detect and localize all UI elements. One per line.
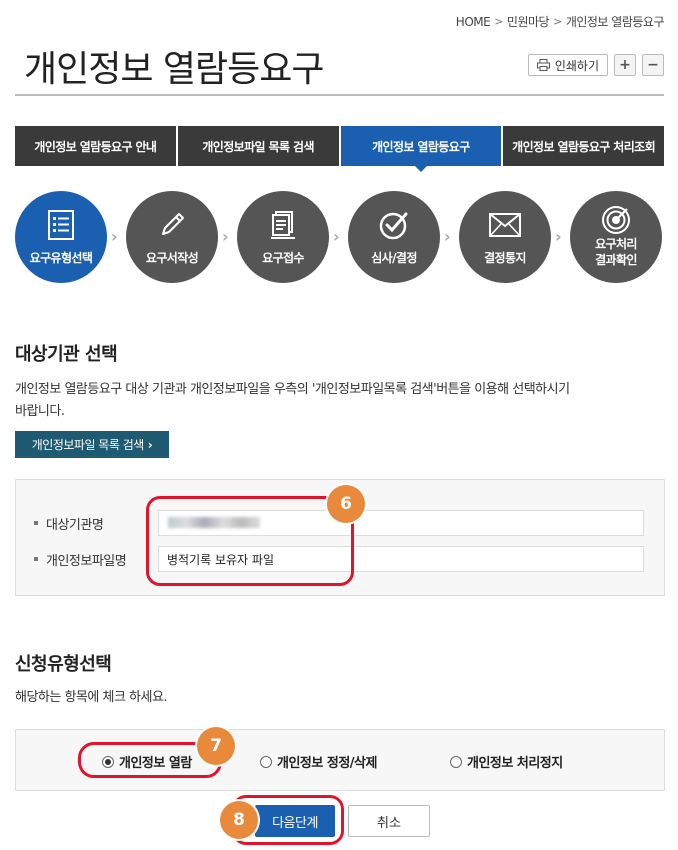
radio-correct-delete[interactable]	[260, 755, 272, 768]
chevron-right-icon: >	[553, 15, 562, 28]
option-suspend[interactable]: 개인정보 처리정지	[450, 752, 563, 771]
annotation-highlight-6	[146, 496, 354, 586]
printer-icon	[536, 59, 550, 71]
title-divider	[15, 94, 664, 96]
print-label: 인쇄하기	[554, 58, 599, 73]
target-description: 개인정보 열람등요구 대상 기관과 개인정보파일을 우측의 '개인정보파일목록 …	[15, 382, 570, 419]
target-icon	[598, 206, 634, 234]
list-icon	[43, 208, 79, 242]
annotation-badge-8: 8	[220, 801, 258, 839]
step-label: 요구처리 결과확인	[595, 237, 637, 267]
step-label: 요구유형선택	[29, 251, 93, 265]
process-steps: 요구유형선택 › 요구서작성 › 요구접수 › 심사/결정 › 결정통지 › 요…	[15, 191, 664, 283]
page-title: 개인정보 열람등요구	[24, 49, 325, 90]
tab-request[interactable]: 개인정보 열람등요구	[340, 126, 502, 172]
zoom-out-button[interactable]: −	[642, 54, 664, 76]
tab-guide[interactable]: 개인정보 열람등요구 안내	[15, 126, 176, 166]
chevron-right-icon: ›	[333, 227, 340, 246]
chevron-right-icon: ›	[111, 227, 118, 246]
step-label: 결정통지	[484, 251, 526, 265]
breadcrumb-home[interactable]: HOME	[456, 15, 491, 29]
chevron-right-icon: ›	[555, 227, 562, 246]
envelope-icon	[487, 208, 523, 242]
request-type-description: 해당하는 항목에 체크 하세요.	[15, 690, 168, 705]
cancel-button[interactable]: 취소	[348, 805, 430, 837]
step-select-type: 요구유형선택	[15, 191, 107, 283]
annotation-badge-6: 6	[327, 485, 365, 523]
file-search-button[interactable]: 개인정보파일 목록 검색 ›	[15, 431, 169, 458]
bullet-icon	[34, 521, 38, 525]
target-section-title: 대상기관 선택	[15, 344, 118, 365]
chevron-right-icon: ›	[444, 227, 451, 246]
step-receipt: 요구접수	[237, 191, 329, 283]
breadcrumb-current: 개인정보 열람등요구	[565, 15, 665, 29]
request-type-title: 신청유형선택	[15, 654, 112, 675]
bullet-icon	[34, 557, 38, 561]
step-label: 요구접수	[262, 251, 304, 265]
page-tools: 인쇄하기 + −	[527, 54, 664, 76]
radio-suspend[interactable]	[450, 755, 462, 768]
document-icon	[265, 208, 301, 242]
file-label: 개인정보파일명	[46, 553, 127, 569]
chevron-right-icon: ›	[147, 437, 153, 452]
agency-label: 대상기관명	[46, 517, 104, 533]
tab-status[interactable]: 개인정보 열람등요구 처리조회	[503, 126, 664, 166]
step-write: 요구서작성	[126, 191, 218, 283]
zoom-in-button[interactable]: +	[614, 54, 636, 76]
step-label: 요구서작성	[145, 251, 199, 265]
chevron-right-icon: ›	[222, 227, 229, 246]
check-circle-icon	[376, 208, 412, 242]
step-result: 요구처리 결과확인	[570, 191, 662, 283]
breadcrumb: HOME > 민원마당 > 개인정보 열람등요구	[456, 13, 665, 30]
step-label: 심사/결정	[371, 251, 417, 265]
step-review: 심사/결정	[348, 191, 440, 283]
option-correct-delete[interactable]: 개인정보 정정/삭제	[260, 752, 377, 771]
tab-file-search[interactable]: 개인정보파일 목록 검색	[177, 126, 339, 166]
main-tabs: 개인정보 열람등요구 안내 개인정보파일 목록 검색 개인정보 열람등요구 개인…	[15, 126, 664, 172]
annotation-badge-7: 7	[197, 727, 235, 765]
pencil-icon	[154, 208, 190, 242]
step-notify: 결정통지	[459, 191, 551, 283]
chevron-right-icon: >	[494, 15, 503, 28]
print-button[interactable]: 인쇄하기	[527, 54, 608, 76]
breadcrumb-item[interactable]: 민원마당	[507, 13, 550, 30]
